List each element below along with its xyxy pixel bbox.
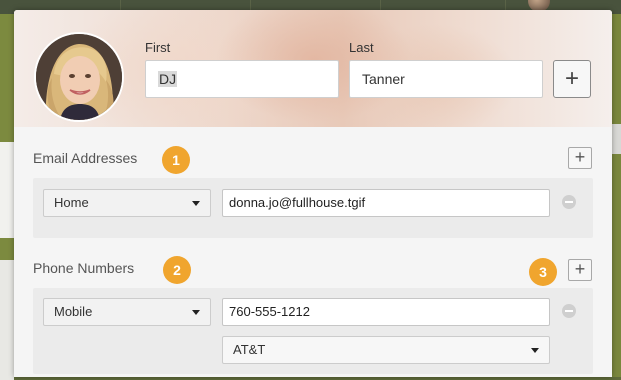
plus-icon: + — [564, 65, 579, 92]
chevron-down-icon — [192, 310, 200, 315]
background-divider — [505, 0, 506, 10]
carrier-select[interactable]: AT&T — [222, 336, 550, 364]
first-name-input[interactable]: DJ — [145, 60, 339, 98]
avatar-photo — [36, 34, 122, 120]
callout-badge-2: 2 — [163, 256, 191, 284]
callout-badge-3: 3 — [529, 258, 557, 286]
plus-icon: + — [574, 147, 586, 167]
add-email-button[interactable]: + — [568, 147, 592, 169]
phone-type-select[interactable]: Mobile — [43, 298, 211, 326]
email-type-value: Home — [54, 195, 89, 210]
callout-badge-1: 1 — [162, 146, 190, 174]
chevron-down-icon — [531, 348, 539, 353]
email-value: donna.jo@fullhouse.tgif — [229, 195, 366, 210]
last-name-label: Last — [349, 40, 374, 55]
last-name-input[interactable]: Tanner — [349, 60, 543, 98]
background-divider — [250, 0, 251, 10]
last-name-value: Tanner — [362, 71, 405, 87]
background-divider — [380, 0, 381, 10]
plus-icon: + — [574, 259, 586, 279]
background-card-fragment — [0, 142, 14, 238]
background-divider — [120, 0, 121, 10]
phone-row: Mobile 760-555-1212 AT&T — [33, 288, 593, 374]
background-left-panel — [0, 14, 14, 380]
add-phone-button[interactable]: + — [568, 259, 592, 281]
background-card-fragment — [0, 260, 14, 380]
contact-edit-modal: First DJ Last Tanner + Email Addresses 1… — [14, 10, 612, 377]
carrier-value: AT&T — [233, 342, 266, 357]
email-section-title: Email Addresses — [33, 150, 138, 166]
background-right-panel — [612, 14, 621, 377]
email-row: Home donna.jo@fullhouse.tgif — [33, 178, 593, 238]
contact-header: First DJ Last Tanner + — [14, 10, 612, 127]
email-input[interactable]: donna.jo@fullhouse.tgif — [222, 189, 550, 217]
chevron-down-icon — [192, 201, 200, 206]
first-name-value: DJ — [158, 71, 178, 87]
background-card-fragment — [612, 124, 621, 154]
phone-value: 760-555-1212 — [229, 304, 310, 319]
remove-circle-icon[interactable] — [562, 195, 576, 209]
phone-input[interactable]: 760-555-1212 — [222, 298, 550, 326]
contact-avatar[interactable] — [34, 32, 124, 122]
phone-type-value: Mobile — [54, 304, 93, 319]
email-type-select[interactable]: Home — [43, 189, 211, 217]
add-field-button[interactable]: + — [553, 60, 591, 98]
phone-section-title: Phone Numbers — [33, 260, 135, 276]
first-name-label: First — [145, 40, 171, 55]
remove-circle-icon[interactable] — [562, 304, 576, 318]
contact-details: Email Addresses 1 + Home donna.jo@fullho… — [14, 127, 612, 377]
